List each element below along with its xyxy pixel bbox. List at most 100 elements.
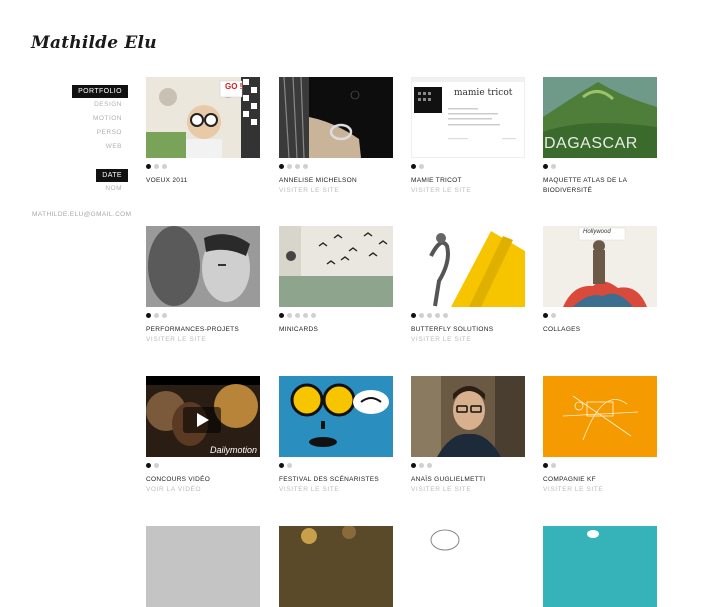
- project-card[interactable]: Hollywood COLLAGES: [543, 226, 657, 335]
- project-link[interactable]: VISITER LE SITE: [411, 335, 525, 344]
- project-card[interactable]: [146, 526, 260, 607]
- carousel-dot[interactable]: [551, 463, 556, 468]
- carousel-dot[interactable]: [543, 164, 548, 169]
- carousel-dot[interactable]: [551, 313, 556, 318]
- project-link[interactable]: VISITER LE SITE: [279, 485, 393, 494]
- project-link[interactable]: VISITER LE SITE: [411, 485, 525, 494]
- carousel-dots[interactable]: [411, 164, 525, 170]
- carousel-dot[interactable]: [411, 164, 416, 169]
- project-card[interactable]: [279, 526, 393, 607]
- nav-perso[interactable]: PERSO: [18, 126, 128, 140]
- carousel-dot[interactable]: [419, 313, 424, 318]
- project-title[interactable]: PERFORMANCES-PROJETS: [146, 325, 260, 335]
- carousel-dots[interactable]: [411, 463, 525, 469]
- nav-motion[interactable]: MOTION: [18, 112, 128, 126]
- sort-nom[interactable]: NOM: [18, 182, 128, 196]
- project-title[interactable]: FESTIVAL DES SCÉNARISTES: [279, 475, 393, 485]
- carousel-dot[interactable]: [295, 164, 300, 169]
- carousel-dot[interactable]: [154, 463, 159, 468]
- carousel-dots[interactable]: [146, 313, 260, 319]
- carousel-dot[interactable]: [295, 313, 300, 318]
- carousel-dots[interactable]: [279, 463, 393, 469]
- project-card[interactable]: PERFORMANCES-PROJETS VISITER LE SITE: [146, 226, 260, 344]
- project-card[interactable]: BUTTERFLY SOLUTIONS VISITER LE SITE: [411, 226, 525, 344]
- carousel-dots[interactable]: [411, 313, 525, 319]
- project-card[interactable]: MINICARDS: [279, 226, 393, 335]
- carousel-dot[interactable]: [154, 164, 159, 169]
- site-logo[interactable]: Mathilde Elu: [31, 33, 157, 53]
- project-title[interactable]: ANNELISE MICHELSON: [279, 176, 393, 186]
- project-thumbnail[interactable]: [543, 526, 657, 607]
- carousel-dot[interactable]: [419, 463, 424, 468]
- nav-portfolio[interactable]: PORTFOLIO: [72, 85, 128, 98]
- project-thumbnail[interactable]: [279, 376, 393, 457]
- project-title[interactable]: ANAÏS GUGLIELMETTI: [411, 475, 525, 485]
- nav-web[interactable]: WEB: [18, 140, 128, 154]
- project-thumbnail[interactable]: [411, 226, 525, 307]
- project-thumbnail[interactable]: [411, 376, 525, 457]
- carousel-dots[interactable]: [543, 313, 657, 319]
- project-thumbnail[interactable]: [279, 226, 393, 307]
- contact-email-link[interactable]: MATHILDE.ELU@GMAIL.COM: [32, 211, 131, 218]
- carousel-dot[interactable]: [419, 164, 424, 169]
- carousel-dot[interactable]: [279, 463, 284, 468]
- carousel-dot[interactable]: [551, 164, 556, 169]
- project-thumbnail[interactable]: [279, 526, 393, 607]
- carousel-dot[interactable]: [303, 164, 308, 169]
- nav-design[interactable]: DESIGN: [18, 98, 128, 112]
- carousel-dot[interactable]: [146, 313, 151, 318]
- project-card[interactable]: [411, 526, 525, 607]
- carousel-dot[interactable]: [154, 313, 159, 318]
- project-title[interactable]: MAMIE TRICOT: [411, 176, 525, 186]
- carousel-dot[interactable]: [311, 313, 316, 318]
- project-thumbnail[interactable]: [411, 526, 525, 607]
- carousel-dot[interactable]: [279, 313, 284, 318]
- carousel-dots[interactable]: [146, 463, 260, 469]
- project-card[interactable]: Dailymotion CONCOURS VIDÉO VOIR LA VIDÉO: [146, 376, 260, 494]
- carousel-dot[interactable]: [443, 313, 448, 318]
- project-thumbnail[interactable]: Dailymotion: [146, 376, 260, 457]
- project-link[interactable]: VISITER LE SITE: [279, 186, 393, 195]
- project-card[interactable]: FESTIVAL DES SCÉNARISTES VISITER LE SITE: [279, 376, 393, 494]
- project-link[interactable]: VOIR LA VIDÉO: [146, 485, 260, 494]
- carousel-dots[interactable]: [543, 463, 657, 469]
- project-title[interactable]: MINICARDS: [279, 325, 393, 335]
- project-thumbnail[interactable]: [146, 226, 260, 307]
- carousel-dot[interactable]: [279, 164, 284, 169]
- project-title[interactable]: CONCOURS VIDÉO: [146, 475, 260, 485]
- project-card[interactable]: [543, 526, 657, 607]
- project-link[interactable]: VISITER LE SITE: [543, 485, 657, 494]
- project-card[interactable]: mamie tricot MAMIE TRICOT VISITER LE SIT…: [411, 77, 525, 195]
- project-card[interactable]: DAGASCAR MAQUETTE ATLAS DE LA BIODIVERSI…: [543, 77, 657, 196]
- project-title[interactable]: COMPAGNIE KF: [543, 475, 657, 485]
- carousel-dot[interactable]: [427, 463, 432, 468]
- carousel-dots[interactable]: [146, 164, 260, 170]
- carousel-dot[interactable]: [543, 313, 548, 318]
- project-thumbnail[interactable]: Hollywood: [543, 226, 657, 307]
- project-title[interactable]: VOEUX 2011: [146, 176, 260, 186]
- project-card[interactable]: COMPAGNIE KF VISITER LE SITE: [543, 376, 657, 494]
- carousel-dot[interactable]: [411, 313, 416, 318]
- project-title[interactable]: BUTTERFLY SOLUTIONS: [411, 325, 525, 335]
- project-thumbnail[interactable]: [146, 526, 260, 607]
- carousel-dot[interactable]: [287, 164, 292, 169]
- carousel-dot[interactable]: [287, 313, 292, 318]
- project-thumbnail[interactable]: DAGASCAR: [543, 77, 657, 158]
- project-title[interactable]: MAQUETTE ATLAS DE LA BIODIVERSITÉ: [543, 176, 657, 196]
- project-card[interactable]: ANAÏS GUGLIELMETTI VISITER LE SITE: [411, 376, 525, 494]
- project-thumbnail[interactable]: [279, 77, 393, 158]
- project-thumbnail[interactable]: [543, 376, 657, 457]
- project-thumbnail[interactable]: GO !: [146, 77, 260, 158]
- carousel-dot[interactable]: [435, 313, 440, 318]
- carousel-dots[interactable]: [279, 313, 393, 319]
- project-card[interactable]: GO ! VOEUX 2011: [146, 77, 260, 186]
- project-link[interactable]: VISITER LE SITE: [411, 186, 525, 195]
- project-thumbnail[interactable]: mamie tricot: [411, 77, 525, 158]
- carousel-dot[interactable]: [427, 313, 432, 318]
- project-link[interactable]: VISITER LE SITE: [146, 335, 260, 344]
- project-title[interactable]: COLLAGES: [543, 325, 657, 335]
- carousel-dot[interactable]: [287, 463, 292, 468]
- carousel-dot[interactable]: [162, 164, 167, 169]
- carousel-dot[interactable]: [543, 463, 548, 468]
- carousel-dots[interactable]: [543, 164, 657, 170]
